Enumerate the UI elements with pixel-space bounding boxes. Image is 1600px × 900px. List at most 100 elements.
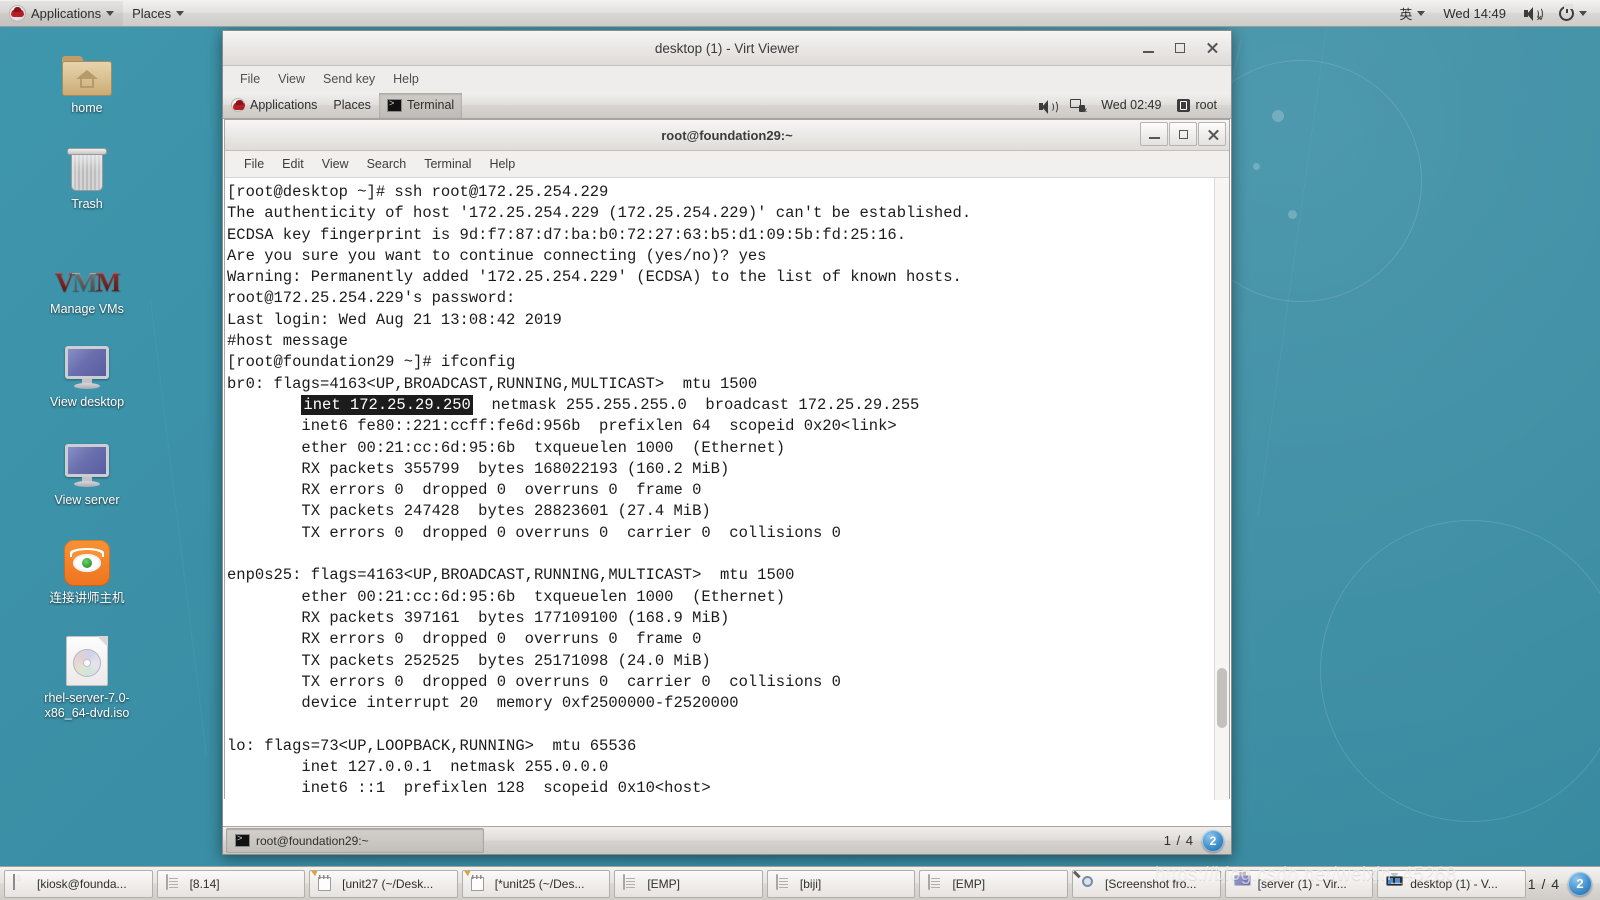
desktop-icon-label: home [71, 101, 103, 115]
background-streak [150, 299, 208, 757]
trash-icon [22, 140, 152, 192]
desktop-icon-label: View server [54, 493, 120, 507]
monitor-icon [1233, 872, 1251, 892]
taskbar-item-label: [kiosk@founda... [37, 876, 127, 891]
desktop-icon-rhel-iso[interactable]: rhel-server-7.0-x86_64-dvd.iso [22, 634, 152, 721]
home-folder-icon [22, 44, 152, 96]
desktop-icon-label: 连接讲师主机 [49, 591, 125, 605]
guest-task-button[interactable]: root@foundation29:~ [226, 828, 484, 853]
applications-menu[interactable]: Applications [0, 0, 124, 26]
desktop-icon-connect-instructor-host[interactable]: 连接讲师主机 [22, 534, 152, 606]
terminal-menu-edit[interactable]: Edit [273, 154, 313, 174]
guest-window-list-terminal[interactable]: Terminal [378, 92, 463, 118]
menu-view[interactable]: View [269, 69, 314, 89]
desktop-icon-label: Trash [71, 197, 103, 211]
chevron-down-icon [106, 10, 115, 16]
monitor-icon [22, 338, 152, 390]
volume-button[interactable]: × [1515, 1, 1550, 26]
guest-screen: Applications Places Terminal × [223, 92, 1231, 854]
virt-viewer-title: desktop (1) - Virt Viewer [654, 40, 800, 56]
terminal-menu-help[interactable]: Help [480, 154, 524, 174]
input-method-indicator[interactable]: 英 [1390, 1, 1434, 26]
terminal-menu-view[interactable]: View [313, 154, 358, 174]
user-icon [1177, 98, 1191, 112]
guest-places-menu[interactable]: Places [325, 93, 379, 118]
desktop-icon-label: Manage VMs [50, 302, 124, 316]
guest-volume-button[interactable] [1031, 93, 1062, 118]
chevron-down-icon [1417, 10, 1426, 16]
taskbar-item-label: [EMP] [952, 876, 986, 891]
terminal-selected-text: inet 172.25.29.250 [301, 394, 473, 415]
terminal-minimize-button[interactable] [1140, 122, 1168, 146]
applications-menu-label: Applications [31, 5, 102, 21]
host-workspace-pager[interactable]: 1 / 4 [1528, 876, 1560, 892]
terminal-close-button[interactable] [1198, 122, 1226, 146]
close-button[interactable] [1197, 35, 1227, 61]
terminal-scrollbar[interactable] [1214, 178, 1229, 800]
guest-clock[interactable]: Wed 02:49 [1093, 93, 1169, 118]
desktop-icon-view-server[interactable]: View server [22, 436, 152, 508]
places-menu-label: Places [132, 5, 172, 21]
taskbar-item[interactable]: [Screenshot fro... [1072, 869, 1221, 898]
monitor-icon [22, 436, 152, 488]
document-icon [623, 874, 640, 892]
guest-applications-label: Applications [250, 98, 318, 112]
places-menu[interactable]: Places [123, 1, 193, 26]
desktop-icon-trash[interactable]: Trash [22, 140, 152, 212]
taskbar-item[interactable]: [8.14] [156, 869, 306, 898]
terminal-window: root@foundation29:~ File Edit View Searc… [224, 119, 1230, 800]
guest-applications-menu[interactable]: Applications [223, 93, 325, 118]
maximize-button[interactable] [1165, 35, 1195, 61]
virt-viewer-window-controls [1133, 31, 1227, 65]
taskbar-item[interactable]: [*unit25 (~/Des... [461, 869, 611, 898]
guest-active-app-label: Terminal [406, 98, 455, 112]
guest-workspace-pager[interactable]: 1 / 4 [1164, 833, 1194, 848]
chevron-down-icon [1579, 10, 1587, 16]
terminal-icon [13, 874, 30, 892]
taskbar-item-label: [biji] [799, 876, 822, 891]
terminal-maximize-button[interactable] [1169, 122, 1197, 146]
taskbar-item[interactable]: [unit27 (~/Desk... [309, 869, 458, 898]
clock[interactable]: Wed 14:49 [1434, 1, 1515, 26]
desktop-icon-label: View desktop [49, 395, 125, 409]
taskbar-item[interactable]: [kiosk@founda... [4, 869, 153, 898]
top-panel-status-area: 英 Wed 14:49 × [1390, 1, 1600, 26]
system-menu-button[interactable] [1550, 1, 1596, 26]
clock-label: Wed 14:49 [1443, 5, 1506, 21]
terminal-window-controls [1140, 122, 1226, 146]
terminal-titlebar[interactable]: root@foundation29:~ [225, 120, 1229, 151]
speaker-muted-icon: × [1524, 6, 1543, 22]
terminal-menu-terminal[interactable]: Terminal [415, 154, 480, 174]
desktop-icon-manage-vms[interactable]: VMM Manage VMs [22, 245, 152, 317]
taskbar-item[interactable]: [EMP] [919, 869, 1069, 898]
host-workspace-badge[interactable]: 2 [1568, 871, 1593, 896]
taskbar-item[interactable]: [server (1) - Vir... [1224, 869, 1374, 898]
terminal-scrollbar-thumb[interactable] [1217, 668, 1227, 728]
taskbar-item[interactable]: [EMP] [614, 869, 763, 898]
vnc-viewer-icon [22, 534, 152, 586]
desktop-icon-label: rhel-server-7.0-x86_64-dvd.iso [44, 691, 130, 720]
desktop-icon-view-desktop[interactable]: View desktop [22, 338, 152, 410]
terminal-icon [235, 834, 250, 847]
terminal-menu-search[interactable]: Search [358, 154, 416, 174]
menu-help[interactable]: Help [384, 69, 428, 89]
menu-send-key[interactable]: Send key [314, 69, 384, 89]
guest-network-button[interactable]: × [1062, 93, 1093, 118]
terminal-body[interactable]: [root@desktop ~]# ssh root@172.25.254.22… [225, 178, 1229, 800]
guest-taskbar-right: 1 / 4 2 [1164, 829, 1228, 852]
taskbar-item[interactable]: [biji] [766, 869, 916, 898]
taskbar-item-active[interactable]: desktop (1) - V... [1377, 869, 1526, 898]
power-icon [1559, 3, 1574, 21]
guest-workspace-badge[interactable]: 2 [1202, 829, 1224, 852]
terminal-menu-file[interactable]: File [235, 154, 273, 174]
document-icon [928, 874, 945, 892]
virt-viewer-titlebar[interactable]: desktop (1) - Virt Viewer [223, 31, 1231, 66]
host-taskbar-right: 1 / 4 2 [1528, 871, 1598, 896]
guest-user-menu[interactable]: root [1169, 93, 1225, 118]
guest-task-label: root@foundation29:~ [256, 833, 369, 848]
network-disconnected-icon: × [1070, 98, 1087, 115]
minimize-button[interactable] [1133, 35, 1163, 61]
terminal-title: root@foundation29:~ [661, 127, 793, 143]
menu-file[interactable]: File [231, 69, 269, 89]
desktop-icon-home[interactable]: home [22, 44, 152, 116]
